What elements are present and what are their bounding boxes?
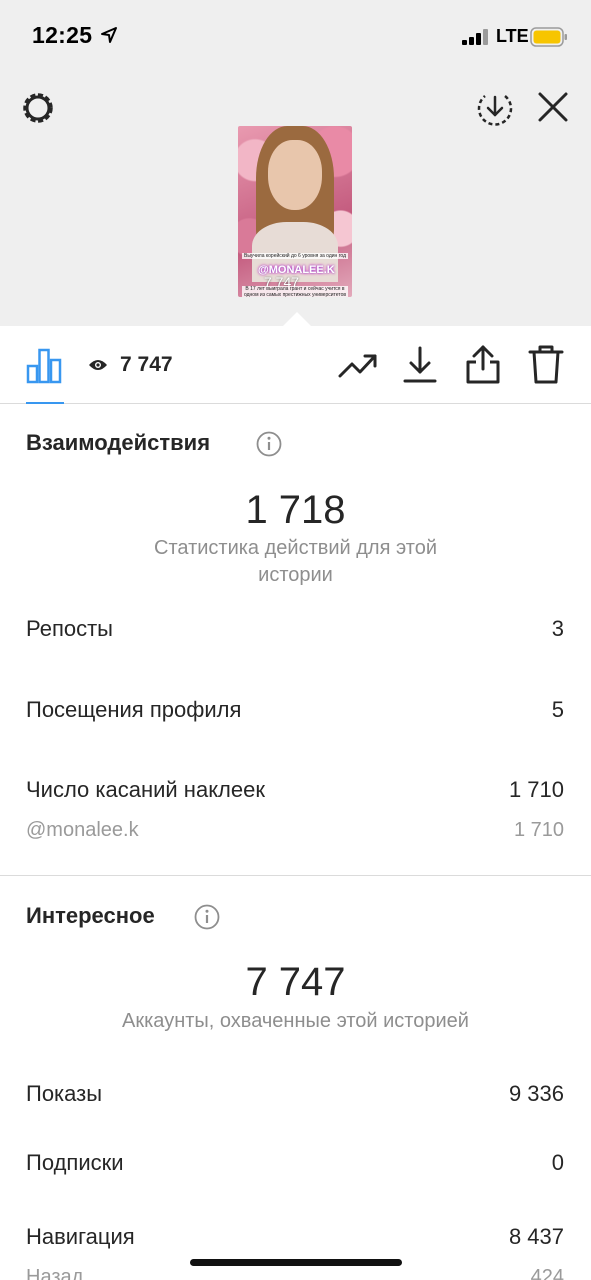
follows-value: 0 bbox=[551, 1150, 564, 1175]
location-arrow-icon bbox=[101, 27, 117, 43]
close-icon[interactable] bbox=[536, 90, 570, 124]
home-indicator[interactable] bbox=[190, 1259, 402, 1266]
thumbnail-face bbox=[268, 140, 322, 210]
reposts-value: 3 bbox=[551, 616, 564, 641]
sticker-taps-label: Число касаний наклеек bbox=[26, 777, 265, 802]
mention-sticker-value: 1 710 bbox=[513, 819, 564, 841]
discovery-caption: Аккаунты, охваченные этой историей bbox=[122, 1010, 469, 1032]
discovery-title: Интересное bbox=[26, 903, 155, 928]
section-divider bbox=[0, 875, 591, 876]
active-tab-indicator bbox=[26, 402, 64, 404]
discovery-total: 7 747 bbox=[245, 960, 346, 1004]
battery-icon bbox=[530, 27, 567, 47]
profile-visits-value: 5 bbox=[551, 697, 564, 722]
download-circle-icon[interactable] bbox=[475, 88, 515, 128]
thumbnail-caption-bottom: В 17 лет выиграла грант и сейчас учится … bbox=[242, 286, 348, 297]
info-icon[interactable] bbox=[194, 904, 220, 930]
status-bar: 12:25 LTE bbox=[0, 0, 591, 74]
follows-label: Подписки bbox=[26, 1150, 124, 1175]
story-thumbnail[interactable]: Выучила корейский до 6 уровня за один го… bbox=[238, 126, 352, 297]
gear-icon[interactable] bbox=[18, 88, 58, 128]
interactions-title: Взаимодействия bbox=[26, 430, 211, 455]
insights-toolbar: 7 747 bbox=[0, 326, 591, 404]
interactions-total: 1 718 bbox=[245, 488, 346, 532]
navigation-value: 8 437 bbox=[508, 1224, 564, 1249]
thumbnail-caption-top: Выучила корейский до 6 уровня за один го… bbox=[242, 253, 348, 259]
cellular-signal-icon bbox=[462, 29, 488, 45]
mention-sticker-label: @monalee.k bbox=[26, 819, 139, 841]
profile-visits-label: Посещения профиля bbox=[26, 697, 242, 722]
share-icon[interactable] bbox=[465, 344, 501, 384]
back-label: Назад bbox=[26, 1266, 84, 1280]
reposts-label: Репосты bbox=[26, 616, 113, 641]
eye-icon bbox=[89, 360, 107, 370]
status-time: 12:25 bbox=[32, 22, 93, 48]
network-type: LTE bbox=[496, 26, 529, 46]
impressions-label: Показы bbox=[26, 1081, 103, 1106]
view-count: 7 747 bbox=[120, 353, 173, 376]
trash-icon[interactable] bbox=[528, 344, 564, 384]
info-icon[interactable] bbox=[256, 431, 282, 457]
back-value: 424 bbox=[530, 1266, 564, 1280]
navigation-label: Навигация bbox=[26, 1224, 135, 1249]
thumbnail-pointer bbox=[283, 312, 311, 326]
interactions-caption: Статистика действий для этой истории bbox=[154, 537, 437, 586]
impressions-value: 9 336 bbox=[508, 1081, 564, 1106]
download-icon[interactable] bbox=[403, 346, 437, 384]
bar-chart-icon[interactable] bbox=[26, 348, 62, 384]
sticker-taps-value: 1 710 bbox=[508, 777, 564, 802]
trend-icon[interactable] bbox=[338, 348, 378, 382]
story-preview-area: 12:25 LTE Выучила корейский до 6 уровня … bbox=[0, 0, 591, 326]
